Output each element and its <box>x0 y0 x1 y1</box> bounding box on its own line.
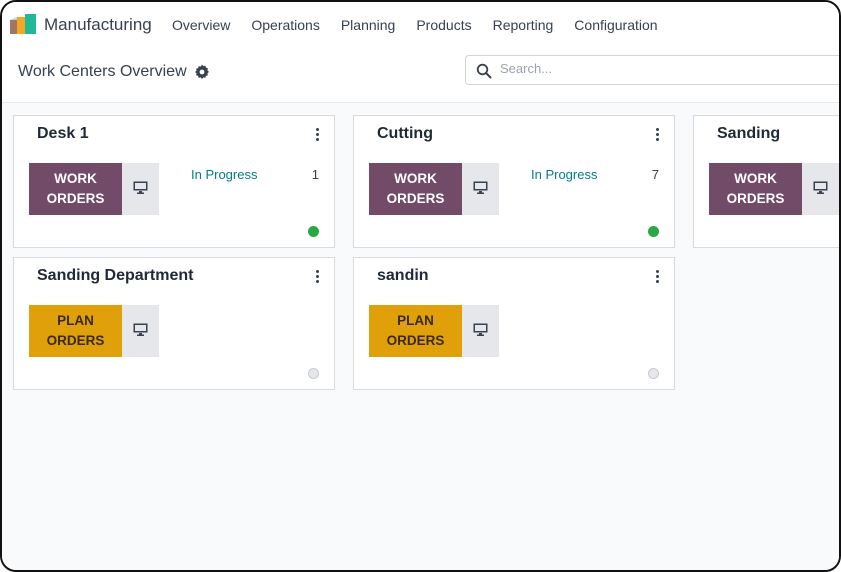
button-label-line1: WORK <box>394 171 437 186</box>
kanban-view: Desk 1 WORK ORDERS In Progress 1 Cutting… <box>2 103 839 570</box>
app-name[interactable]: Manufacturing <box>44 15 152 35</box>
monitor-button[interactable] <box>122 305 159 357</box>
top-navbar: Manufacturing Overview Operations Planni… <box>2 2 839 48</box>
menu-planning[interactable]: Planning <box>341 17 396 33</box>
status-indicator-offline <box>648 368 659 379</box>
search-box <box>465 55 839 85</box>
button-label-line1: WORK <box>54 171 97 186</box>
main-menu: Overview Operations Planning Products Re… <box>172 17 679 33</box>
in-progress-link[interactable]: In Progress <box>531 167 597 182</box>
monitor-button[interactable] <box>462 305 499 357</box>
monitor-icon <box>813 181 828 194</box>
workcenter-card-sanding-department[interactable]: Sanding Department PLAN ORDERS <box>13 257 335 390</box>
in-progress-link[interactable]: In Progress <box>191 167 257 182</box>
monitor-button[interactable] <box>462 163 499 215</box>
menu-products[interactable]: Products <box>416 17 471 33</box>
app-window: Manufacturing Overview Operations Planni… <box>0 0 841 572</box>
card-title[interactable]: Sanding Department <box>37 267 193 285</box>
menu-overview[interactable]: Overview <box>172 17 230 33</box>
button-label-line2: ORDERS <box>46 191 105 206</box>
kebab-menu-icon[interactable] <box>314 127 320 143</box>
workcenter-card-cutting[interactable]: Cutting WORK ORDERS In Progress 7 <box>353 115 675 248</box>
workcenter-card-sandin[interactable]: sandin PLAN ORDERS <box>353 257 675 390</box>
monitor-button[interactable] <box>802 163 839 215</box>
button-label-line2: ORDERS <box>46 333 105 348</box>
manufacturing-app-icon[interactable] <box>10 14 36 34</box>
kebab-menu-icon[interactable] <box>654 269 660 285</box>
status-indicator-offline <box>308 368 319 379</box>
kebab-menu-icon[interactable] <box>654 127 660 143</box>
button-label-line1: PLAN <box>397 313 434 328</box>
button-label-line1: WORK <box>734 171 777 186</box>
work-orders-button[interactable]: WORK ORDERS <box>709 163 802 215</box>
plan-orders-button[interactable]: PLAN ORDERS <box>29 305 122 357</box>
menu-reporting[interactable]: Reporting <box>493 17 554 33</box>
button-label-line1: PLAN <box>57 313 94 328</box>
work-orders-button[interactable]: WORK ORDERS <box>369 163 462 215</box>
monitor-icon <box>473 323 488 336</box>
kebab-menu-icon[interactable] <box>314 269 320 285</box>
button-label-line2: ORDERS <box>386 191 445 206</box>
monitor-icon <box>473 181 488 194</box>
menu-operations[interactable]: Operations <box>251 17 319 33</box>
work-orders-button[interactable]: WORK ORDERS <box>29 163 122 215</box>
button-label-line2: ORDERS <box>386 333 445 348</box>
search-input[interactable] <box>498 60 802 77</box>
search-icon[interactable] <box>476 63 492 79</box>
workcenter-card-sanding[interactable]: Sanding WORK ORDERS <box>693 115 839 248</box>
monitor-icon <box>133 323 148 336</box>
card-title[interactable]: Cutting <box>377 125 433 143</box>
button-label-line2: ORDERS <box>726 191 785 206</box>
card-title[interactable]: Sanding <box>717 125 780 143</box>
monitor-icon <box>133 181 148 194</box>
card-title[interactable]: sandin <box>377 267 429 285</box>
status-indicator-online <box>648 226 659 237</box>
status-indicator-online <box>308 226 319 237</box>
menu-configuration[interactable]: Configuration <box>574 17 657 33</box>
in-progress-count: 7 <box>651 167 659 182</box>
workcenter-card-desk-1[interactable]: Desk 1 WORK ORDERS In Progress 1 <box>13 115 335 248</box>
page-title: Work Centers Overview <box>18 63 187 80</box>
gear-icon[interactable] <box>194 64 210 80</box>
control-panel: Work Centers Overview <box>2 48 839 103</box>
monitor-button[interactable] <box>122 163 159 215</box>
in-progress-count: 1 <box>311 167 319 182</box>
card-title[interactable]: Desk 1 <box>37 125 89 143</box>
plan-orders-button[interactable]: PLAN ORDERS <box>369 305 462 357</box>
